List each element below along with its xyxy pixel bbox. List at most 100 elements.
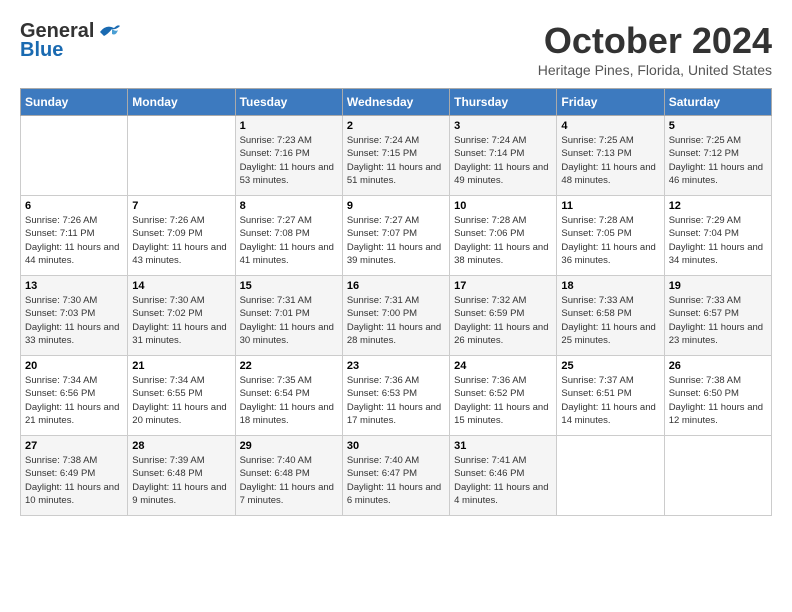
- calendar-cell: 29 Sunrise: 7:40 AM Sunset: 6:48 PM Dayli…: [235, 436, 342, 516]
- calendar-cell: 8 Sunrise: 7:27 AM Sunset: 7:08 PM Daylig…: [235, 196, 342, 276]
- calendar-cell: 13 Sunrise: 7:30 AM Sunset: 7:03 PM Dayli…: [21, 276, 128, 356]
- calendar-table: SundayMondayTuesdayWednesdayThursdayFrid…: [20, 88, 772, 516]
- calendar-cell: 2 Sunrise: 7:24 AM Sunset: 7:15 PM Daylig…: [342, 116, 449, 196]
- calendar-cell: 26Sunrise: 7:38 AM Sunset: 6:50 PM Dayli…: [664, 356, 771, 436]
- calendar-cell: 6 Sunrise: 7:26 AM Sunset: 7:11 PM Daylig…: [21, 196, 128, 276]
- day-number: 14: [132, 280, 230, 292]
- day-info: Sunrise: 7:26 AM Sunset: 7:11 PM Dayligh…: [25, 214, 123, 267]
- day-number: 21: [132, 360, 230, 372]
- day-number: 24: [454, 360, 552, 372]
- day-info: Sunrise: 7:34 AM Sunset: 6:56 PM Dayligh…: [25, 374, 123, 427]
- day-info: Sunrise: 7:29 AM Sunset: 7:04 PM Dayligh…: [669, 214, 767, 267]
- calendar-cell: 11Sunrise: 7:28 AM Sunset: 7:05 PM Dayli…: [557, 196, 664, 276]
- day-info: Sunrise: 7:32 AM Sunset: 6:59 PM Dayligh…: [454, 294, 552, 347]
- day-number: 1: [240, 120, 338, 132]
- day-info: Sunrise: 7:40 AM Sunset: 6:47 PM Dayligh…: [347, 454, 445, 507]
- day-number: 12: [669, 200, 767, 212]
- calendar-cell: 19 Sunrise: 7:33 AM Sunset: 6:57 PM Dayli…: [664, 276, 771, 356]
- day-number: 13: [25, 280, 123, 292]
- day-number: 9: [347, 200, 445, 212]
- day-info: Sunrise: 7:34 AM Sunset: 6:55 PM Dayligh…: [132, 374, 230, 427]
- day-info: Sunrise: 7:24 AM Sunset: 7:15 PM Dayligh…: [347, 134, 445, 187]
- day-info: Sunrise: 7:38 AM Sunset: 6:49 PM Dayligh…: [25, 454, 123, 507]
- day-info: Sunrise: 7:25 AM Sunset: 7:13 PM Dayligh…: [561, 134, 659, 187]
- location: Heritage Pines, Florida, United States: [538, 62, 772, 78]
- calendar-cell: 28 Sunrise: 7:39 AM Sunset: 6:48 PM Dayli…: [128, 436, 235, 516]
- day-number: 27: [25, 440, 123, 452]
- day-number: 2: [347, 120, 445, 132]
- month-title: October 2024: [538, 20, 772, 62]
- calendar-cell: 9 Sunrise: 7:27 AM Sunset: 7:07 PM Daylig…: [342, 196, 449, 276]
- calendar-cell: 23 Sunrise: 7:36 AM Sunset: 6:53 PM Dayli…: [342, 356, 449, 436]
- calendar-cell: 16 Sunrise: 7:31 AM Sunset: 7:00 PM Dayli…: [342, 276, 449, 356]
- day-info: Sunrise: 7:39 AM Sunset: 6:48 PM Dayligh…: [132, 454, 230, 507]
- day-number: 22: [240, 360, 338, 372]
- col-header-wednesday: Wednesday: [342, 89, 449, 116]
- calendar-cell: 14 Sunrise: 7:30 AM Sunset: 7:02 PM Dayli…: [128, 276, 235, 356]
- day-number: 10: [454, 200, 552, 212]
- day-info: Sunrise: 7:31 AM Sunset: 7:00 PM Dayligh…: [347, 294, 445, 347]
- calendar-cell: 7 Sunrise: 7:26 AM Sunset: 7:09 PM Daylig…: [128, 196, 235, 276]
- calendar-cell: 25Sunrise: 7:37 AM Sunset: 6:51 PM Dayli…: [557, 356, 664, 436]
- logo-blue: Blue: [20, 39, 63, 62]
- page-header: General Blue October 2024 Heritage Pines…: [20, 20, 772, 78]
- day-info: Sunrise: 7:23 AM Sunset: 7:16 PM Dayligh…: [240, 134, 338, 187]
- col-header-tuesday: Tuesday: [235, 89, 342, 116]
- day-number: 25: [561, 360, 659, 372]
- day-number: 26: [669, 360, 767, 372]
- day-info: Sunrise: 7:25 AM Sunset: 7:12 PM Dayligh…: [669, 134, 767, 187]
- calendar-cell: 4Sunrise: 7:25 AM Sunset: 7:13 PM Daylig…: [557, 116, 664, 196]
- day-number: 5: [669, 120, 767, 132]
- calendar-cell: 1 Sunrise: 7:23 AM Sunset: 7:16 PM Daylig…: [235, 116, 342, 196]
- day-number: 3: [454, 120, 552, 132]
- day-number: 29: [240, 440, 338, 452]
- calendar-cell: 17 Sunrise: 7:32 AM Sunset: 6:59 PM Dayli…: [450, 276, 557, 356]
- day-info: Sunrise: 7:40 AM Sunset: 6:48 PM Dayligh…: [240, 454, 338, 507]
- day-number: 19: [669, 280, 767, 292]
- day-info: Sunrise: 7:27 AM Sunset: 7:07 PM Dayligh…: [347, 214, 445, 267]
- day-info: Sunrise: 7:41 AM Sunset: 6:46 PM Dayligh…: [454, 454, 552, 507]
- calendar-cell: 22 Sunrise: 7:35 AM Sunset: 6:54 PM Dayli…: [235, 356, 342, 436]
- day-number: 20: [25, 360, 123, 372]
- logo: General Blue: [20, 20, 122, 62]
- day-info: Sunrise: 7:26 AM Sunset: 7:09 PM Dayligh…: [132, 214, 230, 267]
- day-info: Sunrise: 7:30 AM Sunset: 7:03 PM Dayligh…: [25, 294, 123, 347]
- calendar-cell: 15 Sunrise: 7:31 AM Sunset: 7:01 PM Dayli…: [235, 276, 342, 356]
- calendar-cell: [557, 436, 664, 516]
- day-info: Sunrise: 7:33 AM Sunset: 6:57 PM Dayligh…: [669, 294, 767, 347]
- day-info: Sunrise: 7:36 AM Sunset: 6:52 PM Dayligh…: [454, 374, 552, 427]
- day-number: 17: [454, 280, 552, 292]
- calendar-cell: 21 Sunrise: 7:34 AM Sunset: 6:55 PM Dayli…: [128, 356, 235, 436]
- day-number: 31: [454, 440, 552, 452]
- day-number: 7: [132, 200, 230, 212]
- day-number: 28: [132, 440, 230, 452]
- day-info: Sunrise: 7:27 AM Sunset: 7:08 PM Dayligh…: [240, 214, 338, 267]
- calendar-cell: [21, 116, 128, 196]
- calendar-cell: 24 Sunrise: 7:36 AM Sunset: 6:52 PM Dayli…: [450, 356, 557, 436]
- day-info: Sunrise: 7:28 AM Sunset: 7:06 PM Dayligh…: [454, 214, 552, 267]
- calendar-cell: 30 Sunrise: 7:40 AM Sunset: 6:47 PM Dayli…: [342, 436, 449, 516]
- calendar-cell: 12 Sunrise: 7:29 AM Sunset: 7:04 PM Dayli…: [664, 196, 771, 276]
- day-info: Sunrise: 7:31 AM Sunset: 7:01 PM Dayligh…: [240, 294, 338, 347]
- day-info: Sunrise: 7:35 AM Sunset: 6:54 PM Dayligh…: [240, 374, 338, 427]
- calendar-cell: 20 Sunrise: 7:34 AM Sunset: 6:56 PM Dayli…: [21, 356, 128, 436]
- day-number: 8: [240, 200, 338, 212]
- day-info: Sunrise: 7:36 AM Sunset: 6:53 PM Dayligh…: [347, 374, 445, 427]
- col-header-sunday: Sunday: [21, 89, 128, 116]
- day-number: 16: [347, 280, 445, 292]
- col-header-monday: Monday: [128, 89, 235, 116]
- calendar-cell: [664, 436, 771, 516]
- day-number: 15: [240, 280, 338, 292]
- day-info: Sunrise: 7:33 AM Sunset: 6:58 PM Dayligh…: [561, 294, 659, 347]
- day-number: 23: [347, 360, 445, 372]
- title-block: October 2024 Heritage Pines, Florida, Un…: [538, 20, 772, 78]
- day-number: 6: [25, 200, 123, 212]
- calendar-cell: [128, 116, 235, 196]
- day-number: 30: [347, 440, 445, 452]
- col-header-thursday: Thursday: [450, 89, 557, 116]
- day-number: 11: [561, 200, 659, 212]
- calendar-cell: 10 Sunrise: 7:28 AM Sunset: 7:06 PM Dayli…: [450, 196, 557, 276]
- calendar-cell: 5 Sunrise: 7:25 AM Sunset: 7:12 PM Daylig…: [664, 116, 771, 196]
- day-info: Sunrise: 7:30 AM Sunset: 7:02 PM Dayligh…: [132, 294, 230, 347]
- col-header-friday: Friday: [557, 89, 664, 116]
